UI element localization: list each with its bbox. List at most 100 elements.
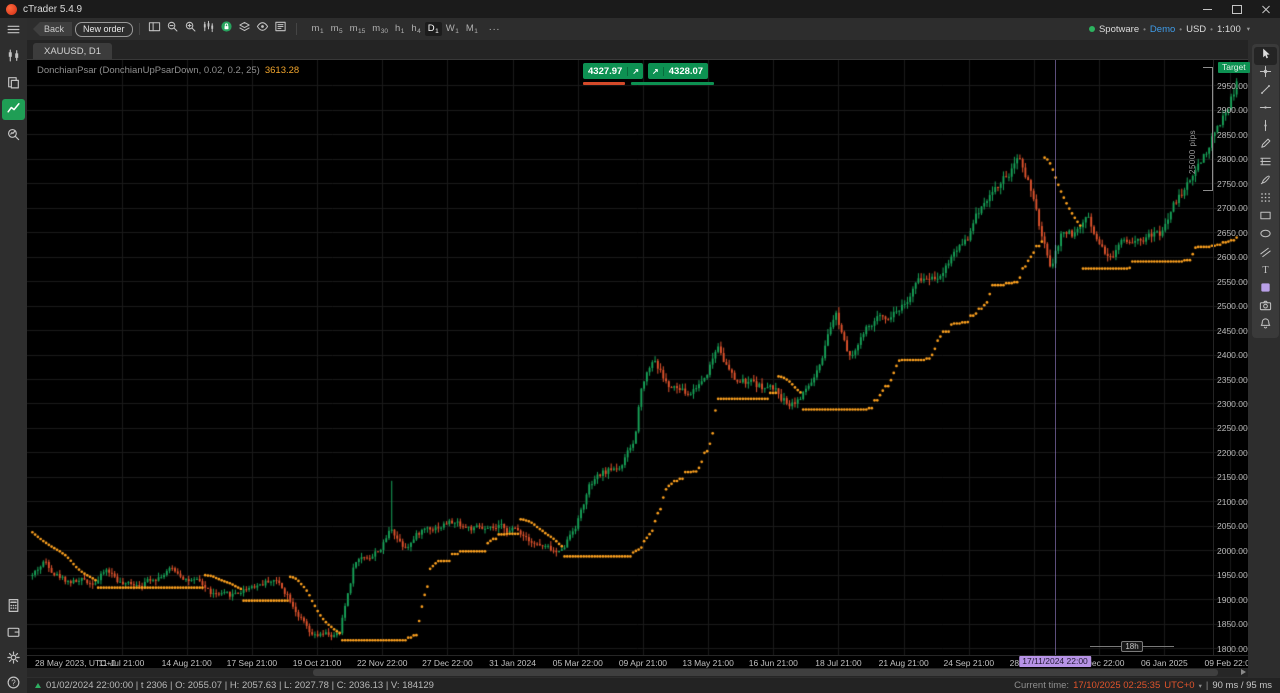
text-icon: T bbox=[1259, 263, 1272, 281]
tool-rectangle[interactable] bbox=[1254, 209, 1277, 227]
timeframe-h4[interactable]: h4 bbox=[408, 22, 423, 37]
toolbar-divider bbox=[139, 23, 140, 35]
sidebar-item-wallet[interactable] bbox=[2, 623, 25, 644]
menu-icon bbox=[6, 22, 21, 42]
more-options-button[interactable]: ... bbox=[489, 22, 500, 33]
time-axis-label: 09 Apr 21:00 bbox=[619, 658, 667, 668]
timeframe-m15[interactable]: m15 bbox=[347, 22, 369, 37]
account-separator: • bbox=[1143, 25, 1146, 34]
tool-text[interactable]: T bbox=[1254, 263, 1277, 281]
ellipse-icon bbox=[1259, 227, 1272, 245]
zoom-out-button[interactable] bbox=[164, 21, 182, 37]
tool-fibonacci[interactable] bbox=[1254, 155, 1277, 173]
tool-crosshair[interactable] bbox=[1254, 65, 1277, 83]
timeframe-w1[interactable]: W1 bbox=[443, 22, 462, 37]
sidebar-item-analyze[interactable] bbox=[2, 126, 25, 147]
tool-vertical-line[interactable] bbox=[1254, 119, 1277, 137]
connection-status-icon bbox=[1089, 26, 1095, 32]
timeframe-m30[interactable]: m30 bbox=[369, 22, 391, 37]
sidebar-item-help[interactable]: ? bbox=[2, 674, 25, 693]
visibility-eye-button[interactable] bbox=[254, 21, 272, 37]
help-icon: ? bbox=[6, 675, 21, 693]
tool-cursor[interactable] bbox=[1254, 47, 1277, 65]
timeframe-d1[interactable]: D1 bbox=[425, 22, 442, 37]
time-axis-label: 19 Oct 21:00 bbox=[293, 658, 342, 668]
clock-group: Current time: 17/10/2025 02:25:35 UTC+0 … bbox=[1014, 680, 1272, 691]
time-axis-label: 06 Jan 2025 bbox=[1141, 658, 1188, 668]
new-order-button[interactable]: New order bbox=[75, 22, 133, 37]
timezone-value[interactable]: UTC+0 bbox=[1164, 680, 1194, 691]
current-time-value: 17/10/2025 02:25:35 bbox=[1073, 680, 1160, 691]
toolbar-icons bbox=[146, 21, 290, 37]
timeframe-m5[interactable]: m5 bbox=[328, 22, 346, 37]
dot-grid-icon bbox=[1259, 191, 1272, 209]
sidebar-item-menu[interactable] bbox=[2, 21, 25, 42]
drawing-toolbar: T bbox=[1252, 44, 1279, 338]
ctrader-logo-icon bbox=[6, 4, 17, 15]
tool-color-swatch[interactable] bbox=[1254, 281, 1277, 299]
tool-channel[interactable] bbox=[1254, 245, 1277, 263]
objects-layers-button[interactable] bbox=[236, 21, 254, 37]
timeframe-m1[interactable]: M1 bbox=[463, 22, 481, 37]
timeframe-m1[interactable]: m1 bbox=[309, 22, 327, 37]
sidebar-item-calculator[interactable] bbox=[2, 597, 25, 618]
svg-text:?: ? bbox=[11, 678, 16, 687]
pencil-icon bbox=[1259, 137, 1272, 155]
tool-alert-bell[interactable] bbox=[1254, 317, 1277, 335]
sell-price: 4327.97 bbox=[583, 66, 627, 77]
scrollbar-thumb[interactable] bbox=[313, 669, 1218, 676]
time-axis-label: 22 Nov 22:00 bbox=[357, 658, 408, 668]
measurement-bracket bbox=[1203, 67, 1213, 191]
sidebar-item-copy-trading[interactable] bbox=[2, 74, 25, 95]
zoom-in-button[interactable] bbox=[182, 21, 200, 37]
countdown-wing-left bbox=[1090, 646, 1121, 647]
minimize-button[interactable] bbox=[1193, 0, 1222, 18]
maximize-button[interactable] bbox=[1222, 0, 1251, 18]
indicator-label[interactable]: DonchianPsar (DonchianUpPsarDown, 0.02, … bbox=[37, 65, 299, 76]
sell-button[interactable]: 4327.97 ↗ bbox=[583, 63, 643, 79]
timezone-caret-icon[interactable]: ▾ bbox=[1199, 682, 1202, 690]
countdown-wing-right bbox=[1143, 646, 1174, 647]
target-price-label[interactable]: Target bbox=[1218, 62, 1250, 73]
account-currency: USD bbox=[1186, 24, 1206, 35]
tool-camera[interactable] bbox=[1254, 299, 1277, 317]
account-leverage: 1:100 bbox=[1217, 24, 1241, 35]
scrollbar-right-arrow-icon[interactable] bbox=[1241, 669, 1246, 675]
layout-button[interactable] bbox=[146, 21, 164, 37]
chart-type-button[interactable] bbox=[200, 21, 218, 37]
tool-brush[interactable] bbox=[1254, 173, 1277, 191]
countdown-label: 18h bbox=[1121, 641, 1142, 652]
back-button[interactable]: Back bbox=[33, 22, 72, 36]
timeframe-h1[interactable]: h1 bbox=[392, 22, 407, 37]
main-toolbar: Back New order m1m5m15m30h1h4D1W1M1 ... … bbox=[27, 18, 1280, 40]
window-controls bbox=[1193, 0, 1280, 18]
quick-trade-button[interactable] bbox=[218, 21, 236, 37]
trade-watch-icon bbox=[6, 48, 21, 68]
price-chart-canvas[interactable] bbox=[27, 60, 1248, 655]
time-axis-label: 18 Jul 21:00 bbox=[815, 658, 861, 668]
tool-pencil[interactable] bbox=[1254, 137, 1277, 155]
tool-dot-grid[interactable] bbox=[1254, 191, 1277, 209]
rectangle-icon bbox=[1259, 209, 1272, 227]
chart-tab-bar: XAUUSD, D1 bbox=[27, 40, 1248, 60]
quick-trade-buttons: 4327.97 ↗ ↗ 4328.07 bbox=[583, 63, 708, 79]
sidebar-item-settings-gear[interactable] bbox=[2, 649, 25, 670]
time-axis-label: 05 Mar 22:00 bbox=[553, 658, 603, 668]
trend-line-icon bbox=[1259, 83, 1272, 101]
chart-settings-icon bbox=[274, 20, 287, 38]
tool-horizontal-line[interactable] bbox=[1254, 101, 1277, 119]
chart-settings-button[interactable] bbox=[272, 21, 290, 37]
tool-ellipse[interactable] bbox=[1254, 227, 1277, 245]
buy-button[interactable]: ↗ 4328.07 bbox=[648, 63, 708, 79]
color-swatch-icon bbox=[1259, 281, 1272, 299]
vertical-line-icon bbox=[1259, 119, 1272, 137]
tab-xauusd-d1[interactable]: XAUUSD, D1 bbox=[33, 43, 112, 60]
close-button[interactable] bbox=[1251, 0, 1280, 18]
sidebar-item-trade-watch[interactable] bbox=[2, 47, 25, 68]
time-axis-label: 27 Dec 22:00 bbox=[422, 658, 473, 668]
horizontal-scrollbar[interactable] bbox=[27, 668, 1248, 677]
sidebar-item-charts[interactable] bbox=[2, 99, 25, 120]
tool-trend-line[interactable] bbox=[1254, 83, 1277, 101]
latency-readout: 90 ms / 95 ms bbox=[1212, 680, 1272, 691]
account-selector[interactable]: Spotware•Demo•USD•1:100▾ bbox=[1089, 24, 1250, 35]
